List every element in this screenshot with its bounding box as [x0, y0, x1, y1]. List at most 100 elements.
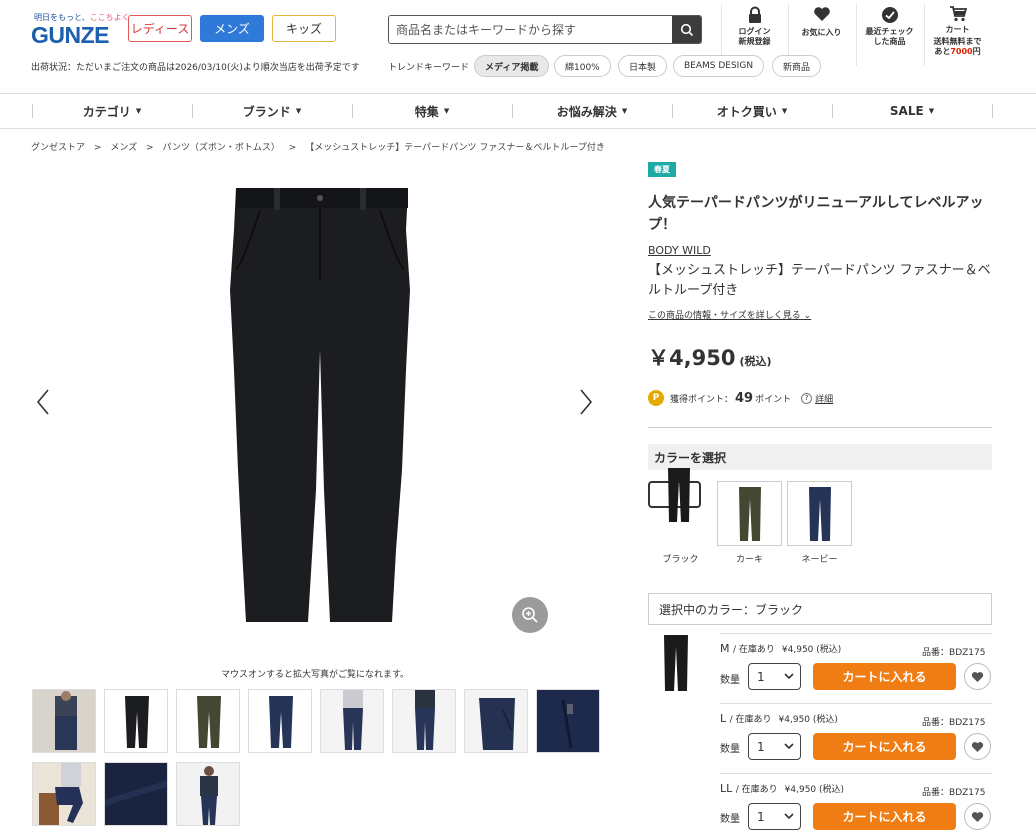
main-product-image[interactable] — [190, 170, 450, 640]
thumbnail[interactable] — [392, 689, 456, 753]
nav-sale[interactable]: SALE ▼ — [832, 94, 992, 128]
lock-icon — [748, 6, 761, 23]
thumbnail[interactable] — [32, 762, 96, 826]
quantity-select[interactable]: 1 — [748, 733, 801, 760]
product-info-link[interactable]: この商品の情報・サイズを詳しく見る ⌄ — [648, 308, 811, 321]
chevron-down-icon — [784, 813, 794, 820]
trend-keyword[interactable]: BEAMS DESIGN — [673, 55, 765, 77]
heart-icon — [971, 671, 984, 682]
color-heading: カラーを選択 — [648, 444, 992, 470]
main-nav: カテゴリ ▼ ブランド ▼ 特集 ▼ お悩み解決 ▼ オトク買い ▼ SALE ▼ — [0, 93, 1036, 129]
caret-down-icon: ▼ — [443, 107, 450, 115]
nav-feature[interactable]: 特集 ▼ — [352, 94, 512, 128]
trend-label: トレンドキーワード — [388, 63, 470, 73]
favorite-button[interactable] — [964, 733, 991, 760]
heart-icon — [971, 741, 984, 752]
quantity-select[interactable]: 1 — [748, 663, 801, 690]
chevron-down-icon — [784, 673, 794, 680]
nav-solutions[interactable]: お悩み解決 ▼ — [512, 94, 672, 128]
breadcrumb-link[interactable]: グンゼストア — [31, 143, 85, 153]
divider — [648, 427, 992, 428]
add-to-cart-button[interactable]: カートに入れる — [813, 663, 956, 690]
trend-keyword[interactable]: 綿100% — [554, 55, 611, 77]
color-label: ネービー — [801, 555, 838, 565]
thumbnail[interactable] — [320, 689, 384, 753]
trend-keyword[interactable]: 日本製 — [618, 55, 668, 77]
chevron-down-icon: ⌄ — [803, 311, 812, 321]
quantity-select[interactable]: 1 — [748, 803, 801, 830]
cart-icon — [949, 6, 967, 22]
trend-keyword[interactable]: メディア掲載 — [474, 55, 550, 77]
thumbnail[interactable] — [248, 689, 312, 753]
brand-link[interactable]: BODY WILD — [648, 244, 711, 257]
nav-category[interactable]: カテゴリ ▼ — [32, 94, 192, 128]
product-name: 【メッシュストレッチ】テーパードパンツ ファスナー＆ベルトループ付き — [648, 263, 991, 298]
thumbnail[interactable] — [536, 689, 600, 753]
selected-variant-image — [664, 635, 688, 691]
heart-icon — [971, 811, 984, 822]
zoom-button[interactable] — [512, 597, 548, 633]
quantity-label: 数量 — [720, 814, 740, 825]
zoom-hint: マウスオンすると拡大写真がご覧になれます。 — [220, 670, 410, 680]
search-box — [388, 15, 702, 44]
thumbnail[interactable] — [32, 689, 96, 753]
prev-image-button[interactable] — [33, 388, 53, 416]
cart-button[interactable]: カート 送料無料まで あと7000円 — [924, 4, 990, 66]
chevron-right-icon — [580, 389, 593, 415]
breadcrumb-current: 【メッシュストレッチ】テーパードパンツ ファスナー＆ベルトループ付き — [305, 143, 605, 153]
product-code: 品番：BDZ175 — [922, 718, 986, 728]
search-button[interactable] — [672, 16, 701, 43]
size-label: LL / 在庫あり ¥4,950 (税込) — [720, 782, 845, 795]
caret-down-icon: ▼ — [295, 107, 302, 115]
gunze-logo[interactable]: GUNZE — [31, 22, 110, 49]
favorite-button[interactable] — [964, 663, 991, 690]
trend-keyword[interactable]: 新商品 — [772, 55, 822, 77]
chevron-left-icon — [36, 389, 49, 415]
product-catchcopy: 人気テーパードパンツがリニューアルしてレベルアップ！ — [648, 195, 984, 233]
search-icon — [680, 23, 693, 36]
color-label: カーキ — [735, 555, 763, 565]
quantity-label: 数量 — [720, 744, 740, 755]
zoom-in-icon — [522, 607, 538, 623]
shipping-status: 出荷状況：ただいまご注文の商品は2026/03/10(火)より順次当店を出荷予定… — [31, 63, 360, 73]
thumbnail[interactable] — [464, 689, 528, 753]
quantity-label: 数量 — [720, 675, 740, 686]
nav-brand[interactable]: ブランド ▼ — [192, 94, 352, 128]
breadcrumb: グンゼストア > メンズ > パンツ（ズボン・ボトムス） > 【メッシュストレッ… — [31, 143, 605, 153]
add-to-cart-button[interactable]: カートに入れる — [813, 733, 956, 760]
tab-kids[interactable]: キッズ — [272, 15, 336, 42]
caret-down-icon: ▼ — [928, 107, 935, 115]
size-label: M / 在庫あり ¥4,950 (税込) — [720, 642, 842, 655]
next-image-button[interactable] — [576, 388, 596, 416]
search-input[interactable] — [389, 16, 674, 43]
nav-deals[interactable]: オトク買い ▼ — [672, 94, 832, 128]
product-price: ￥4,950 (税込) — [648, 346, 772, 370]
color-label: ブラック — [662, 555, 699, 565]
heart-icon — [813, 7, 830, 21]
tab-ladies[interactable]: レディース — [128, 15, 192, 42]
product-code: 品番：BDZ175 — [922, 788, 986, 798]
caret-down-icon: ▼ — [621, 107, 628, 115]
breadcrumb-link[interactable]: メンズ — [110, 143, 137, 153]
size-label: L / 在庫あり ¥4,950 (税込) — [720, 712, 838, 725]
points-detail-link[interactable]: 詳細 — [815, 392, 833, 405]
color-swatch-khaki[interactable] — [717, 481, 782, 546]
thumbnail[interactable] — [104, 762, 168, 826]
add-to-cart-button[interactable]: カートに入れる — [813, 803, 956, 830]
thumbnail[interactable] — [176, 762, 240, 826]
thumbnail[interactable] — [104, 689, 168, 753]
question-icon: ? — [801, 392, 813, 404]
product-code: 品番：BDZ175 — [922, 648, 986, 658]
recent-button[interactable]: 最近チェック した商品 — [856, 4, 922, 66]
selected-color: 選択中のカラー：ブラック — [648, 593, 992, 625]
caret-down-icon: ▼ — [781, 107, 788, 115]
breadcrumb-link[interactable]: パンツ（ズボン・ボトムス） — [162, 143, 279, 153]
thumbnail[interactable] — [176, 689, 240, 753]
chevron-down-icon — [784, 743, 794, 750]
season-badge: 春夏 — [648, 162, 676, 177]
tab-mens[interactable]: メンズ — [200, 15, 264, 42]
favorite-button[interactable] — [964, 803, 991, 830]
check-circle-icon — [881, 7, 898, 23]
color-swatch-black[interactable] — [648, 467, 701, 522]
color-swatch-navy[interactable] — [787, 481, 852, 546]
